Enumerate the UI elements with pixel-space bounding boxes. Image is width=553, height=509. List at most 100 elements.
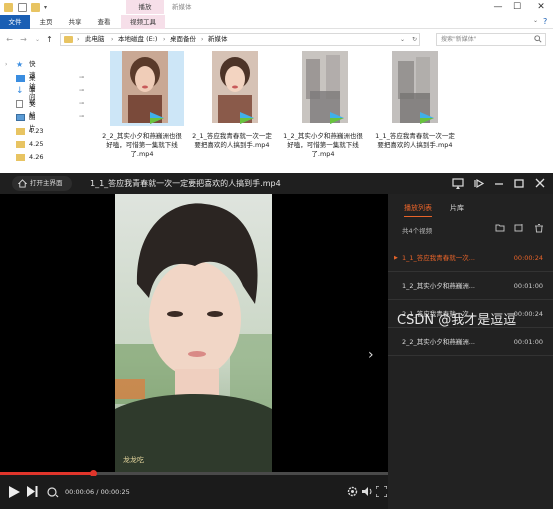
new-folder-icon[interactable] <box>31 3 40 12</box>
desktop-icon <box>16 75 25 82</box>
up-icon[interactable]: ↑ <box>44 34 55 45</box>
time-display: 00:00:06 / 00:00:25 <box>65 488 130 496</box>
pin-icon: ⊸ <box>79 74 85 81</box>
navigation-pane: › ★ 快速访问 桌面 ⊸ ↓ 下载 ⊸ 文档 ⊸ 图片 ⊸ 4.23 4.25… <box>0 50 95 173</box>
download-icon: ↓ <box>16 86 24 96</box>
search-icon <box>534 35 542 43</box>
expand-ribbon-icon[interactable]: ⌄ <box>533 17 538 24</box>
ribbon-tabs: 文件 主页 共享 查看 视频工具 ⌄ ? <box>0 15 553 29</box>
folder-icon <box>64 36 73 43</box>
pin-icon: ⊸ <box>79 113 85 120</box>
ribbon-context-play-tab[interactable]: 播放 <box>126 0 164 14</box>
search-placeholder: 搜索"新媒体" <box>441 36 477 43</box>
breadcrumb-this-pc[interactable]: 此电脑 <box>85 34 105 45</box>
home-icon <box>18 179 27 188</box>
chevron-down-icon[interactable]: › <box>5 61 7 68</box>
file-thumbnail[interactable] <box>200 51 274 126</box>
breadcrumb-desktop-backup[interactable]: 桌面备份 <box>170 34 196 45</box>
fullscreen-icon[interactable] <box>376 486 387 497</box>
playlist-item[interactable]: 1_2_其实小夕和燕巍洲... 00:01:00 <box>388 272 553 300</box>
video-frame: 龙龙吃 <box>115 194 272 473</box>
search-input[interactable]: 搜索"新媒体" <box>436 33 546 46</box>
document-icon <box>16 100 23 108</box>
chevron-right-icon[interactable]: › <box>111 34 113 45</box>
folder-icon <box>16 141 25 148</box>
star-icon: ★ <box>16 60 24 69</box>
chevron-right-icon[interactable]: › <box>201 34 203 45</box>
playback-mode-icon[interactable] <box>47 486 59 498</box>
progress-fill <box>0 472 94 475</box>
address-dropdown-icon[interactable]: ⌄ <box>400 34 405 45</box>
progress-bar[interactable] <box>0 470 388 477</box>
tab-file[interactable]: 文件 <box>0 15 30 29</box>
settings-icon[interactable] <box>347 486 358 497</box>
forward-icon[interactable]: → <box>18 34 29 45</box>
chevron-right-icon[interactable]: › <box>163 34 165 45</box>
now-playing-icon: ▶ <box>394 255 398 261</box>
address-bar[interactable]: › 此电脑 › 本地磁盘 (E:) › 桌面备份 › 新媒体 ⌄ ↻ <box>60 33 420 46</box>
pin-on-top-icon[interactable] <box>472 177 486 190</box>
video-watermark: 龙龙吃 <box>123 455 144 464</box>
next-track-icon[interactable] <box>27 486 38 497</box>
properties-icon[interactable] <box>18 3 27 12</box>
play-icon[interactable] <box>8 486 20 498</box>
open-main-ui-label: 打开主界面 <box>30 179 63 187</box>
recent-locations-icon[interactable]: ⌄ <box>32 34 43 45</box>
customize-quick-access-icon[interactable]: ▾ <box>44 3 53 12</box>
chevron-right-icon[interactable]: › <box>368 347 374 363</box>
video-file-badge-icon <box>420 112 434 124</box>
minimize-icon[interactable] <box>492 177 506 190</box>
file-name-label[interactable]: 1_1_答应我青春就一次一定要把喜欢的人搞到手.mp4 <box>373 132 457 150</box>
close-icon[interactable] <box>533 177 547 190</box>
picture-icon <box>16 114 25 121</box>
back-icon[interactable]: ← <box>4 34 15 45</box>
window-title: 新媒体 <box>172 3 192 11</box>
tab-home[interactable]: 主页 <box>32 15 60 29</box>
playlist-item[interactable]: ▶ 1_1_答应我青春就一次... 00:00:24 <box>388 244 553 272</box>
maximize-icon[interactable] <box>512 177 526 190</box>
player-titlebar: 打开主界面 1_1_答应我青春就一次一定要把喜欢的人搞到手.mp4 <box>0 173 553 194</box>
address-bar-row: ← → ⌄ ↑ › 此电脑 › 本地磁盘 (E:) › 桌面备份 › 新媒体 ⌄… <box>0 31 553 48</box>
chevron-right-icon[interactable]: › <box>77 34 79 45</box>
file-thumbnail[interactable] <box>110 51 184 126</box>
explorer-titlebar: ▾ 播放 新媒体 — ☐ ✕ <box>0 0 553 15</box>
file-thumbnail[interactable] <box>290 51 364 126</box>
folder-icon <box>16 154 25 161</box>
tab-video-tools[interactable]: 视频工具 <box>121 15 165 29</box>
open-main-ui-button[interactable]: 打开主界面 <box>12 176 72 191</box>
tab-playlist[interactable]: 播放列表 <box>404 203 432 217</box>
breadcrumb-local-disk[interactable]: 本地磁盘 (E:) <box>118 34 157 45</box>
video-file-badge-icon <box>330 112 344 124</box>
delete-icon[interactable] <box>534 223 544 233</box>
tab-share[interactable]: 共享 <box>61 15 89 29</box>
file-name-label[interactable]: 1_2_其实小夕和燕巍洲也很好嗑，可惜第一集就下线了.mp4 <box>281 132 365 159</box>
help-icon[interactable]: ? <box>543 17 547 26</box>
playlist-panel: 播放列表 片库 共4个视频 ▶ 1_1_答应我青春就一次... 00:00:24… <box>388 194 553 509</box>
volume-icon[interactable] <box>362 486 373 497</box>
playlist-item[interactable]: 2_2_其实小夕和燕巍洲... 00:01:00 <box>388 328 553 356</box>
playlist-count: 共4个视频 <box>402 227 433 235</box>
video-area[interactable]: 龙龙吃 › <box>0 194 388 473</box>
video-player-window: 打开主界面 1_1_答应我青春就一次一定要把喜欢的人搞到手.mp4 龙龙吃 › … <box>0 173 553 509</box>
add-folder-icon[interactable] <box>495 223 505 233</box>
add-file-icon[interactable] <box>514 223 524 233</box>
time-current: 00:00:06 <box>65 488 95 496</box>
refresh-icon[interactable]: ↻ <box>412 34 417 45</box>
video-file-badge-icon <box>150 112 164 124</box>
tab-library[interactable]: 片库 <box>450 203 464 213</box>
player-title: 1_1_答应我青春就一次一定要把喜欢的人搞到手.mp4 <box>90 179 281 188</box>
folder-icon <box>4 3 13 12</box>
file-thumbnail[interactable] <box>380 51 454 126</box>
video-file-badge-icon <box>240 112 254 124</box>
close-icon[interactable]: ✕ <box>527 0 553 14</box>
file-name-label[interactable]: 2_1_答应我青春就一次一定要把喜欢的人搞到手.mp4 <box>190 132 274 150</box>
time-separator: / <box>96 488 99 496</box>
csdn-watermark: CSDN @我才是逗逗 <box>397 313 517 328</box>
file-name-label[interactable]: 2_2_其实小夕和燕巍洲也很好嗑，可惜第一集就下线了.mp4 <box>100 132 184 159</box>
file-explorer-window: ▾ 播放 新媒体 — ☐ ✕ 文件 主页 共享 查看 视频工具 ⌄ ? ← → … <box>0 0 553 173</box>
screen-cast-icon[interactable] <box>451 177 465 190</box>
time-total: 00:00:25 <box>100 488 130 496</box>
pin-icon: ⊸ <box>79 87 85 94</box>
breadcrumb-new-media[interactable]: 新媒体 <box>208 34 228 45</box>
tab-view[interactable]: 查看 <box>90 15 118 29</box>
